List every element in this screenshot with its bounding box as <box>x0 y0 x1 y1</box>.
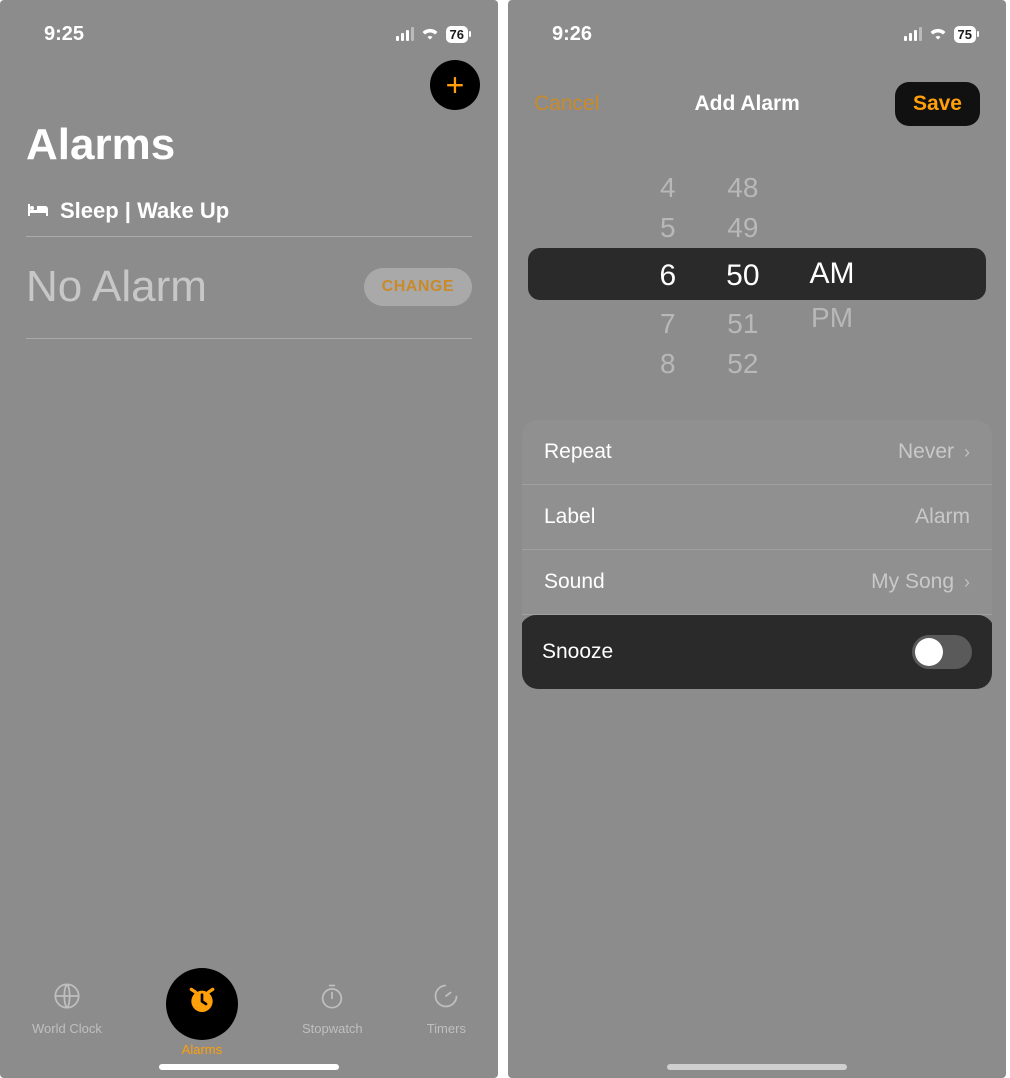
wifi-icon <box>420 24 440 45</box>
toggle-knob <box>915 638 943 666</box>
sleep-section-header: Sleep | Wake Up <box>26 198 472 237</box>
status-bar: 9:25 76 <box>0 0 498 52</box>
modal-title: Add Alarm <box>694 92 799 116</box>
tab-alarms[interactable]: Alarms <box>166 982 238 1057</box>
time-picker[interactable]: 4 5 6 7 8 48 49 50 51 52 AM PM <box>522 166 992 376</box>
add-alarm-button[interactable]: + <box>430 60 480 110</box>
change-sleep-alarm-button[interactable]: CHANGE <box>364 268 472 306</box>
tab-world-clock[interactable]: World Clock <box>32 982 102 1036</box>
status-right: 75 <box>904 24 976 45</box>
snooze-label: Snooze <box>542 640 613 664</box>
tab-label: Stopwatch <box>302 1021 363 1036</box>
tab-label: World Clock <box>32 1021 102 1036</box>
repeat-row[interactable]: Repeat Never › <box>522 420 992 485</box>
selected-minute: 50 <box>726 250 759 302</box>
battery-indicator: 76 <box>446 26 468 43</box>
stopwatch-icon <box>318 982 346 1017</box>
status-bar: 9:26 75 <box>508 0 1006 52</box>
sound-value: My Song <box>871 570 954 594</box>
label-value: Alarm <box>915 505 970 529</box>
timer-icon <box>432 982 460 1017</box>
tab-bar: World Clock Alarms Stopwatch Timers <box>0 968 498 1078</box>
selected-ampm: AM <box>810 248 855 300</box>
home-indicator[interactable] <box>667 1064 847 1070</box>
page-title: Alarms <box>26 120 175 170</box>
no-alarm-text: No Alarm <box>26 262 207 312</box>
sleep-section-label: Sleep | Wake Up <box>60 198 229 224</box>
wifi-icon <box>928 24 948 45</box>
alarm-options-list: Repeat Never › Label Alarm Sound My Song… <box>522 420 992 689</box>
repeat-value: Never <box>898 440 954 464</box>
battery-indicator: 75 <box>954 26 976 43</box>
bed-icon <box>26 198 50 224</box>
chevron-right-icon: › <box>964 572 970 593</box>
add-alarm-screen: 9:26 75 Cancel Add Alarm Save 4 5 6 7 8 <box>508 0 1006 1078</box>
tab-stopwatch[interactable]: Stopwatch <box>302 982 363 1036</box>
cellular-signal-icon <box>904 27 922 41</box>
hour-wheel[interactable]: 4 5 6 7 8 <box>659 166 676 376</box>
ampm-wheel[interactable]: AM PM <box>810 166 855 376</box>
tab-label: Timers <box>427 1021 466 1036</box>
snooze-toggle[interactable] <box>912 635 972 669</box>
label-row[interactable]: Label Alarm <box>522 485 992 550</box>
add-alarm-modal: Cancel Add Alarm Save 4 5 6 7 8 48 49 50… <box>522 78 992 1048</box>
tab-label: Alarms <box>182 1042 222 1057</box>
tab-timers[interactable]: Timers <box>427 982 466 1036</box>
label-label: Label <box>544 505 595 529</box>
chevron-right-icon: › <box>964 442 970 463</box>
status-time: 9:26 <box>552 23 592 46</box>
snooze-row: Snooze <box>522 615 992 689</box>
sound-row[interactable]: Sound My Song › <box>522 550 992 615</box>
cellular-signal-icon <box>396 27 414 41</box>
status-time: 9:25 <box>44 23 84 46</box>
alarms-list-screen: 9:25 76 + Alarms Sleep | Wake Up No Alar… <box>0 0 498 1078</box>
alarm-clock-icon <box>186 984 218 1024</box>
status-right: 76 <box>396 24 468 45</box>
selected-hour: 6 <box>659 250 676 302</box>
modal-header: Cancel Add Alarm Save <box>522 78 992 136</box>
cancel-button[interactable]: Cancel <box>534 92 599 116</box>
home-indicator[interactable] <box>159 1064 339 1070</box>
minute-wheel[interactable]: 48 49 50 51 52 <box>726 166 759 376</box>
sleep-alarm-row: No Alarm CHANGE <box>26 244 472 339</box>
sound-label: Sound <box>544 570 605 594</box>
save-button[interactable]: Save <box>895 82 980 126</box>
repeat-label: Repeat <box>544 440 612 464</box>
globe-icon <box>53 982 81 1017</box>
